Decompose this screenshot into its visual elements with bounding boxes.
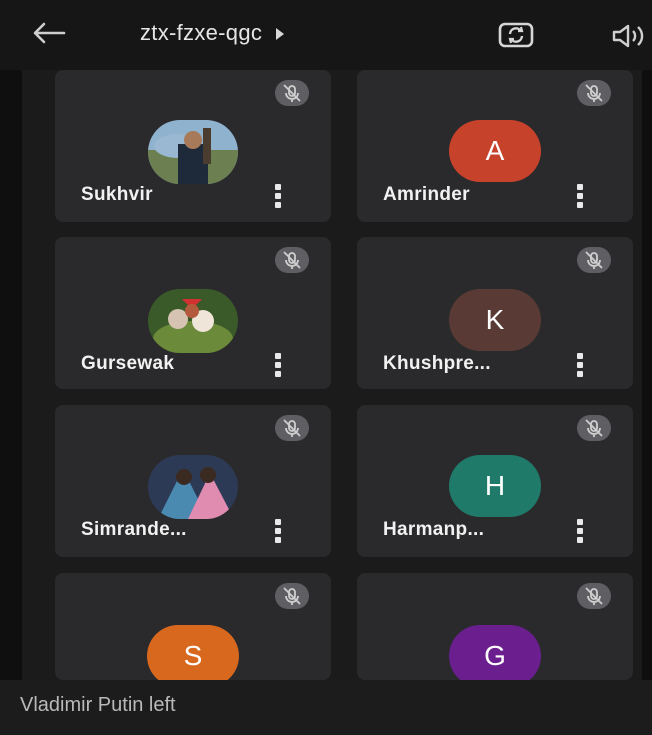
mute-badge [275, 247, 309, 273]
mute-badge [275, 415, 309, 441]
mute-badge [577, 583, 611, 609]
mute-badge [577, 247, 611, 273]
meeting-code: ztx-fzxe-qgc [140, 20, 263, 45]
more-options-button[interactable] [577, 353, 585, 379]
mic-off-icon [283, 251, 301, 269]
avatar: G [449, 625, 541, 687]
participant-name: Amrinder [383, 184, 470, 205]
avatar-photo-image [148, 289, 238, 353]
participant-tile[interactable]: H Harmanp... [357, 405, 633, 557]
avatar-photo-image [148, 455, 238, 519]
more-options-button[interactable] [275, 519, 283, 545]
participant-tile[interactable]: K Khushpre... [357, 237, 633, 389]
avatar: S [147, 625, 239, 687]
mic-off-icon [585, 587, 603, 605]
participant-tile[interactable]: Simrande... [55, 405, 331, 557]
participant-tile[interactable]: Sukhvir [55, 70, 331, 222]
participant-name: Harmanp... [383, 519, 485, 540]
mute-badge [577, 80, 611, 106]
mic-off-icon [585, 251, 603, 269]
participant-tile[interactable]: S [55, 573, 331, 687]
speaker-icon [612, 24, 644, 48]
avatar: A [449, 120, 541, 182]
arrow-left-icon [33, 22, 66, 44]
participant-name: Simrande... [81, 519, 187, 540]
mute-badge [275, 80, 309, 106]
avatar [148, 455, 238, 519]
switch-camera-icon [498, 22, 534, 48]
avatar-photo-image [148, 120, 238, 184]
toast-message: Vladimir Putin left [20, 694, 176, 716]
participant-name: Khushpre... [383, 353, 491, 374]
avatar [148, 289, 238, 353]
participant-name: Gursewak [81, 353, 175, 374]
avatar: H [449, 455, 541, 517]
avatar: K [449, 289, 541, 351]
participant-tile[interactable]: Gursewak [55, 237, 331, 389]
participant-grid: Sukhvir A Amrinder Gursewak K Khushpre..… [22, 70, 642, 687]
mute-badge [275, 583, 309, 609]
more-options-button[interactable] [577, 184, 585, 210]
mic-off-icon [585, 84, 603, 102]
toast-notification: Vladimir Putin left [0, 680, 652, 735]
participant-tile[interactable]: A Amrinder [357, 70, 633, 222]
mute-badge [577, 415, 611, 441]
meeting-title-button[interactable]: ztx-fzxe-qgc [140, 20, 285, 46]
caret-right-icon [276, 28, 285, 41]
top-bar: ztx-fzxe-qgc [0, 0, 652, 70]
more-options-button[interactable] [275, 184, 283, 210]
avatar [148, 120, 238, 184]
mic-off-icon [283, 84, 301, 102]
participant-name: Sukhvir [81, 184, 153, 205]
back-button[interactable] [28, 18, 68, 48]
mic-off-icon [585, 419, 603, 437]
participant-tile[interactable]: G [357, 573, 633, 687]
more-options-button[interactable] [275, 353, 283, 379]
speaker-button[interactable] [610, 22, 650, 50]
more-options-button[interactable] [577, 519, 585, 545]
mic-off-icon [283, 587, 301, 605]
mic-off-icon [283, 419, 301, 437]
switch-camera-button[interactable] [497, 17, 535, 51]
